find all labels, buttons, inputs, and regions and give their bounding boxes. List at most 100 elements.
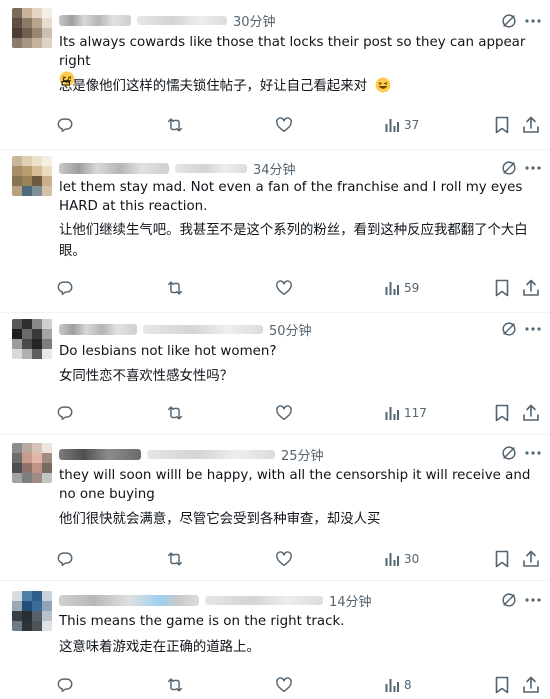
more-icon[interactable]	[522, 444, 544, 462]
reply-post[interactable]: 14分钟 This means the game is on the right…	[0, 581, 550, 699]
post-time[interactable]: 34分钟	[253, 159, 296, 178]
reply-button[interactable]	[56, 403, 74, 423]
grok-icon[interactable]	[500, 591, 518, 609]
bookmark-icon	[495, 116, 509, 134]
repost-icon	[167, 281, 183, 295]
grok-icon[interactable]	[500, 444, 518, 462]
repost-icon	[167, 406, 183, 420]
views-icon	[385, 553, 399, 566]
views-count: 117	[404, 406, 427, 420]
views-count: 30	[404, 552, 420, 566]
grok-icon[interactable]	[500, 12, 518, 30]
handle-redacted[interactable]	[175, 163, 247, 173]
share-icon	[523, 550, 539, 567]
like-button[interactable]	[275, 675, 293, 695]
share-button[interactable]	[522, 675, 540, 695]
bookmark-icon	[495, 404, 509, 422]
grok-icon[interactable]	[500, 159, 518, 177]
reply-button[interactable]	[56, 115, 74, 135]
translated-text: 他们很快就会满意，尽管它会受到各种审查，却没人买	[59, 512, 381, 527]
share-button[interactable]	[522, 549, 540, 569]
bookmark-icon	[495, 279, 509, 297]
bookmark-icon	[495, 550, 509, 568]
avatar[interactable]	[12, 319, 52, 359]
like-button[interactable]	[275, 115, 293, 135]
like-icon	[276, 280, 292, 296]
reply-post[interactable]: 50分钟 Do lesbians not like hot women? 女同性…	[0, 313, 550, 435]
repost-button[interactable]	[165, 278, 185, 298]
reply-post[interactable]: 25分钟 they will soon willl be happy, with…	[0, 435, 550, 581]
reply-post[interactable]: 30分钟 Its always cowards like those that …	[0, 0, 550, 150]
repost-icon	[167, 118, 183, 132]
views-button[interactable]: 8	[384, 675, 412, 695]
share-button[interactable]	[522, 115, 540, 135]
translated-text: 让他们继续生气吧。我甚至不是这个系列的粉丝，看到这种反应我都翻了个大白眼。	[59, 223, 528, 259]
bookmark-button[interactable]	[494, 278, 510, 298]
display-name-redacted[interactable]	[59, 14, 131, 26]
share-button[interactable]	[522, 403, 540, 423]
more-icon[interactable]	[522, 12, 544, 30]
avatar[interactable]	[12, 8, 52, 48]
display-name-redacted[interactable]	[59, 448, 141, 460]
post-time[interactable]: 50分钟	[269, 320, 312, 339]
handle-redacted[interactable]	[137, 15, 227, 25]
translated-text: 女同性恋不喜欢性感女性吗？	[59, 369, 234, 384]
repost-icon	[167, 678, 183, 692]
display-name-redacted[interactable]	[59, 594, 199, 606]
translated-text: 总是像他们这样的懦夫锁住帖子，好让自己看起来对	[59, 79, 367, 94]
avatar[interactable]	[12, 156, 52, 196]
repost-button[interactable]	[165, 403, 185, 423]
translated-text: 这意味着游戏走在正确的道路上。	[59, 640, 260, 655]
views-icon	[385, 282, 399, 295]
handle-redacted[interactable]	[147, 449, 275, 459]
post-text: they will soon willl be happy, with all …	[59, 468, 531, 502]
reply-icon	[57, 678, 73, 693]
views-button[interactable]: 37	[384, 115, 419, 135]
views-count: 59	[404, 281, 420, 295]
post-time[interactable]: 30分钟	[233, 11, 276, 30]
bookmark-button[interactable]	[494, 675, 510, 695]
avatar[interactable]	[12, 591, 52, 631]
like-button[interactable]	[275, 403, 293, 423]
avatar[interactable]	[12, 443, 52, 483]
views-icon	[385, 407, 399, 420]
like-icon	[276, 551, 292, 567]
post-text: Its always cowards like those that locks…	[59, 35, 526, 69]
post-time[interactable]: 14分钟	[329, 591, 372, 610]
reply-button[interactable]	[56, 278, 74, 298]
views-icon	[385, 119, 399, 132]
handle-redacted[interactable]	[143, 324, 263, 334]
display-name-redacted[interactable]	[59, 323, 137, 335]
post-time[interactable]: 25分钟	[281, 445, 324, 464]
repost-button[interactable]	[165, 549, 185, 569]
reply-icon	[57, 118, 73, 133]
more-icon[interactable]	[522, 159, 544, 177]
share-icon	[523, 116, 539, 133]
bookmark-icon	[495, 676, 509, 694]
post-text: let them stay mad. Not even a fan of the…	[59, 180, 523, 214]
display-name-redacted[interactable]	[59, 162, 169, 174]
views-button[interactable]: 59	[384, 278, 419, 298]
reply-post[interactable]: 34分钟 let them stay mad. Not even a fan o…	[0, 150, 550, 313]
repost-button[interactable]	[165, 675, 185, 695]
handle-redacted[interactable]	[205, 595, 323, 605]
like-button[interactable]	[275, 278, 293, 298]
reply-button[interactable]	[56, 675, 74, 695]
views-button[interactable]: 117	[384, 403, 427, 423]
bookmark-button[interactable]	[494, 403, 510, 423]
share-icon	[523, 676, 539, 693]
grok-icon[interactable]	[500, 320, 518, 338]
bookmark-button[interactable]	[494, 115, 510, 135]
bookmark-button[interactable]	[494, 549, 510, 569]
repost-button[interactable]	[165, 115, 185, 135]
more-icon[interactable]	[522, 320, 544, 338]
reply-button[interactable]	[56, 549, 74, 569]
more-icon[interactable]	[522, 591, 544, 609]
views-count: 37	[404, 118, 420, 132]
like-icon	[276, 117, 292, 133]
post-text: This means the game is on the right trac…	[59, 614, 345, 629]
views-button[interactable]: 30	[384, 549, 419, 569]
post-text: Do lesbians not like hot women?	[59, 344, 277, 359]
share-button[interactable]	[522, 278, 540, 298]
like-button[interactable]	[275, 549, 293, 569]
